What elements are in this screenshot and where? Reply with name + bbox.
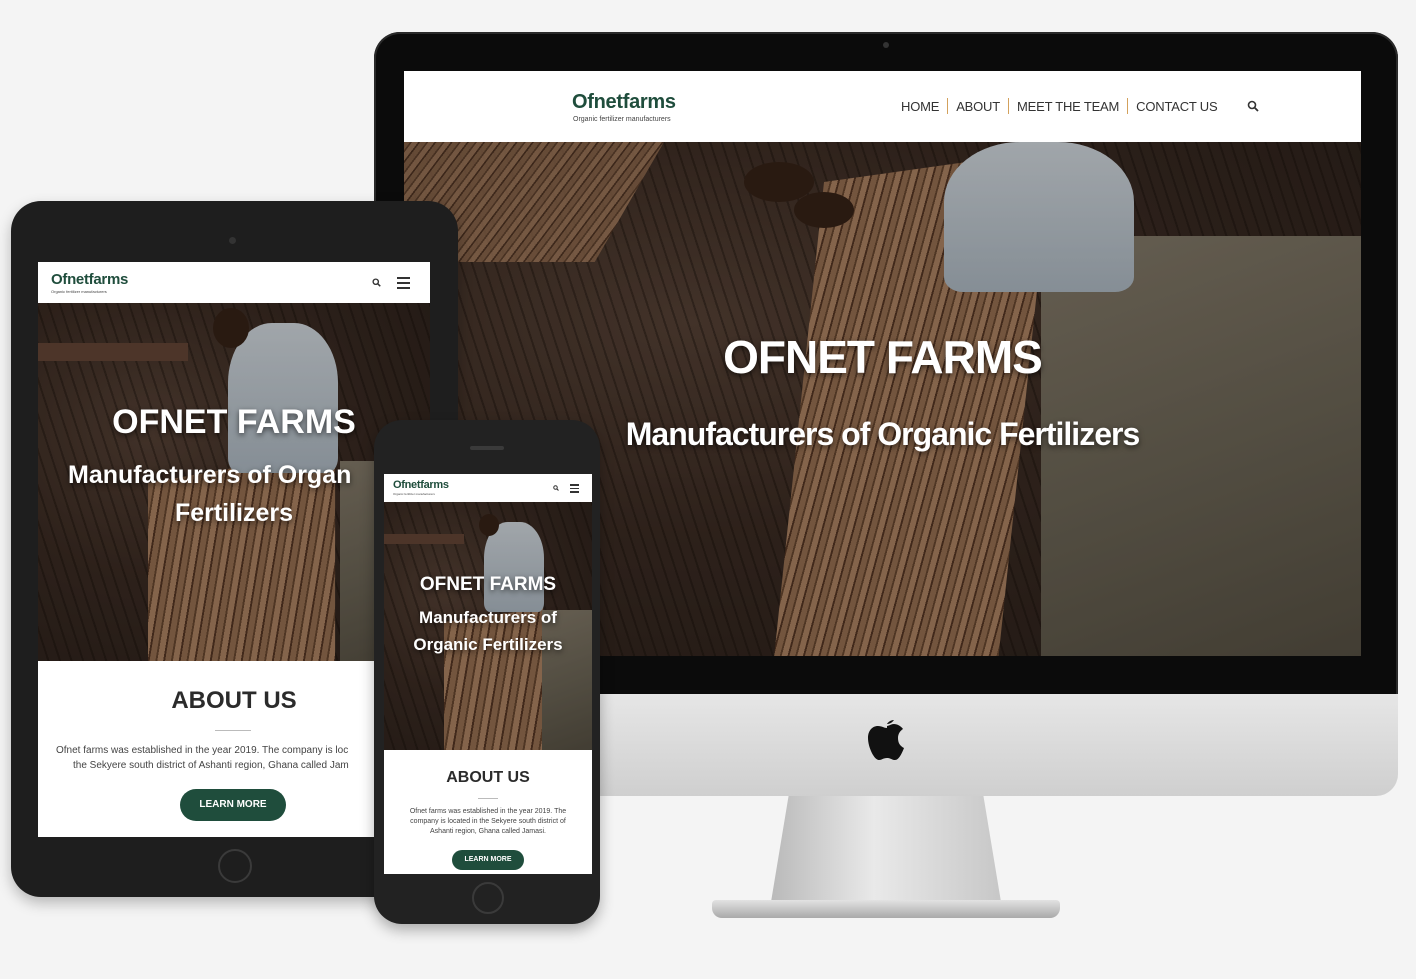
learn-more-button[interactable]: LEARN MORE (452, 850, 524, 870)
desktop-menu: HOME ABOUT MEET THE TEAM CONTACT US (893, 98, 1260, 114)
tablet-home-button (218, 849, 252, 883)
about-text-line1: Ofnet farms was established in the year … (409, 808, 567, 815)
monitor-stand (770, 796, 1002, 908)
nav-contact-us[interactable]: CONTACT US (1128, 99, 1225, 114)
nav-home[interactable]: HOME (893, 99, 947, 114)
hero-subtitle-line1: Manufacturers of (419, 608, 557, 627)
monitor-camera (883, 42, 889, 48)
hero-subtitle-line2: Fertilizers (174, 499, 294, 527)
phone-screen: Ofnetfarms Organic fertilizer manufactur… (384, 474, 592, 874)
about-divider (478, 798, 498, 799)
about-text-line2: company is located in the Sekyere south … (410, 818, 566, 825)
monitor-base (712, 900, 1060, 918)
about-text-line3: Ashanti region, Ghana called Jamasi. (430, 828, 546, 835)
hamburger-menu-icon[interactable] (570, 484, 579, 493)
hero-title: OFNET FARMS (419, 574, 557, 595)
apple-logo-icon (868, 720, 904, 760)
hero-subtitle-line1: Manufacturers of Organ (68, 461, 352, 489)
hero-subtitle-line2: Organic Fertilizers (413, 635, 563, 654)
learn-more-button[interactable]: LEARN MORE (180, 789, 286, 821)
brand-tagline: Organic fertilizer manufacturers (393, 492, 435, 496)
about-title: ABOUT US (171, 687, 297, 714)
hero-image: OFNET FARMS Manufacturers of Organic Fer… (384, 502, 592, 750)
tablet-camera (229, 237, 236, 244)
brand-logo[interactable]: Ofnetfarms (393, 479, 449, 491)
phone-home-button (472, 882, 504, 914)
desktop-navbar: Ofnetfarms Organic fertilizer manufactur… (404, 71, 1361, 142)
nav-meet-the-team[interactable]: MEET THE TEAM (1009, 99, 1127, 114)
brand-tagline: Organic fertilizer manufacturers (573, 116, 671, 123)
about-divider (215, 730, 251, 731)
about-text-line2: the Sekyere south district of Ashanti re… (73, 760, 349, 771)
about-title: ABOUT US (446, 769, 530, 786)
search-icon[interactable] (1247, 100, 1260, 112)
nav-about[interactable]: ABOUT (948, 99, 1008, 114)
hero-title: OFNET FARMS (723, 331, 1043, 383)
brand-logo[interactable]: Ofnetfarms (572, 91, 676, 114)
search-icon[interactable] (372, 278, 381, 287)
tablet-screen: Ofnetfarms Organic fertilizer manufactur… (38, 262, 430, 837)
brand-logo[interactable]: Ofnetfarms (51, 271, 128, 288)
hero-title: OFNET FARMS (112, 403, 356, 441)
search-icon[interactable] (553, 485, 559, 491)
hero-image: OFNET FARMS Manufacturers of Organ Ferti… (38, 303, 430, 661)
brand-tagline: Organic fertilizer manufacturers (51, 289, 107, 294)
phone-speaker (470, 446, 504, 450)
about-text-line1: Ofnet farms was established in the year … (56, 745, 349, 756)
hamburger-menu-icon[interactable] (397, 277, 410, 289)
